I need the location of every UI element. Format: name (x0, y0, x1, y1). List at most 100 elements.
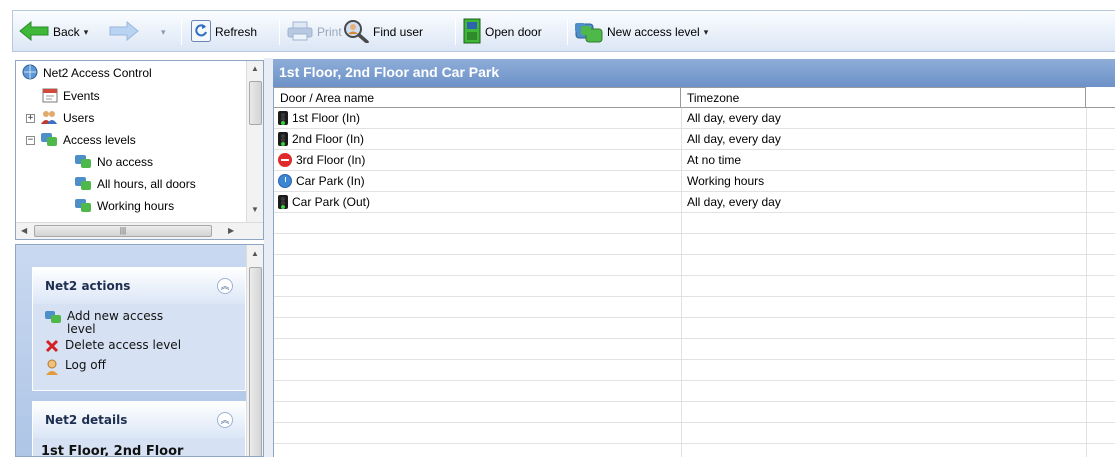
forward-dropdown-icon[interactable]: ▾ (161, 27, 166, 38)
no-entry-icon (278, 153, 292, 167)
empty-row (274, 339, 1115, 360)
actions-body: Add new access level Delete access level… (33, 304, 245, 390)
clock-icon (278, 174, 292, 188)
tree-vertical-scrollbar[interactable]: ▲ ▼ (246, 61, 263, 223)
table-row[interactable]: Car Park (Out) All day, every day (274, 192, 1115, 213)
pane-splitter[interactable] (264, 58, 273, 457)
forward-dropdown[interactable]: ▾ (161, 11, 166, 53)
table-row[interactable]: 3rd Floor (In) At no time (274, 150, 1115, 171)
door-cell: Car Park (In) (278, 171, 365, 191)
scroll-right-icon[interactable]: ▶ (228, 226, 234, 235)
traffic-light-icon (278, 111, 288, 125)
find-user-label: Find user (373, 25, 424, 39)
scroll-thumb[interactable] (249, 81, 262, 125)
tree-item-users[interactable]: + Users (26, 107, 94, 129)
magnifier-user-icon (343, 19, 369, 46)
action-label: Add new access level (67, 309, 164, 336)
collapse-tree-icon[interactable]: − (26, 135, 35, 145)
tree-item-no-access[interactable]: No access (74, 151, 153, 173)
log-off-link[interactable]: Log off (45, 359, 233, 378)
details-header[interactable]: Net2 details ︽ (33, 402, 245, 438)
timezone-cell: All day, every day (687, 132, 781, 146)
scroll-up-icon[interactable]: ▲ (251, 64, 259, 73)
collapse-icon[interactable]: ︽ (217, 278, 233, 294)
actions-header[interactable]: Net2 actions ︽ (33, 268, 245, 304)
toolbar-separator (455, 19, 456, 45)
scroll-up-icon[interactable]: ▲ (251, 249, 259, 258)
table-row[interactable]: Car Park (In) Working hours (274, 171, 1115, 192)
access-level-icon (45, 310, 61, 327)
delete-access-level-link[interactable]: Delete access level (45, 339, 233, 356)
open-door-button[interactable]: Open door (463, 11, 542, 53)
refresh-button[interactable]: Refresh (191, 11, 257, 53)
new-access-level-dropdown-icon[interactable]: ▾ (704, 27, 709, 38)
tree-root[interactable]: Net2 Access Control (22, 62, 152, 84)
expand-icon[interactable]: + (26, 113, 35, 123)
back-button[interactable]: Back ▾ (19, 11, 88, 53)
tree-item-all-hours[interactable]: All hours, all doors (74, 173, 196, 195)
scroll-left-icon[interactable]: ◀ (21, 226, 27, 235)
back-dropdown-icon[interactable]: ▾ (84, 27, 89, 38)
tree-root-label: Net2 Access Control (43, 66, 152, 80)
actions-title: Net2 actions (45, 279, 131, 293)
new-access-level-label: New access level (607, 25, 700, 39)
scroll-thumb[interactable]: ||| (34, 225, 212, 237)
tree-item-label: Users (63, 111, 95, 125)
find-user-button[interactable]: Find user (343, 11, 423, 53)
action-label: Delete access level (65, 338, 182, 352)
add-access-level-link[interactable]: Add new access level (45, 310, 233, 336)
timezone-cell: Working hours (687, 174, 765, 188)
door-cell: Car Park (Out) (278, 192, 370, 212)
forward-arrow-icon (109, 20, 139, 44)
timezone-cell: All day, every day (687, 195, 781, 209)
table-row[interactable]: 1st Floor (In) All day, every day (274, 108, 1115, 129)
tree-item-label: Working hours (97, 199, 175, 213)
timezone-cell: All day, every day (687, 111, 781, 125)
access-level-icon (74, 197, 92, 216)
actions-box: Net2 actions ︽ Add new access level Dele… (32, 267, 246, 391)
scroll-thumb[interactable] (249, 267, 262, 456)
open-door-label: Open door (485, 25, 542, 39)
access-level-icon (74, 153, 92, 172)
refresh-icon (191, 19, 211, 45)
toolbar-separator (567, 19, 568, 45)
back-label: Back (53, 25, 80, 39)
collapse-icon[interactable]: ︽ (217, 412, 233, 428)
tree-item-label: All hours, all doors (97, 177, 196, 191)
doors-table: Door / Area name Timezone 1st Floor (In)… (273, 87, 1115, 457)
task-pane-scrollbar[interactable]: ▲ (246, 245, 263, 456)
door-cell: 2nd Floor (In) (278, 129, 364, 149)
door-name: Car Park (In) (296, 174, 365, 188)
tree-item-label: Events (63, 89, 100, 103)
column-header-timezone[interactable]: Timezone (681, 87, 1086, 108)
back-arrow-icon (19, 20, 49, 44)
table-row[interactable]: 2nd Floor (In) All day, every day (274, 129, 1115, 150)
tree-horizontal-scrollbar[interactable]: ◀ ||| ▶ (16, 222, 263, 239)
empty-row (274, 234, 1115, 255)
tree-item-access-levels[interactable]: − Access levels (26, 129, 136, 151)
door-name: 2nd Floor (In) (292, 132, 365, 146)
details-title: Net2 details (45, 413, 128, 427)
tree-item-label: No access (97, 155, 154, 169)
navigation-tree: Net2 Access Control Events + Users − Acc… (15, 60, 264, 240)
tree-item-events[interactable]: Events (42, 85, 100, 107)
new-access-level-button[interactable]: New access level ▾ (575, 11, 708, 53)
empty-row (274, 402, 1115, 423)
print-button[interactable]: Print (287, 11, 342, 53)
access-level-icon (74, 175, 92, 194)
network-globe-icon (22, 64, 38, 83)
scroll-down-icon[interactable]: ▼ (251, 205, 259, 214)
timezone-cell: At no time (687, 153, 742, 167)
empty-row (274, 381, 1115, 402)
details-body: 1st Floor, 2nd Floor (33, 438, 245, 456)
task-pane: Net2 actions ︽ Add new access level Dele… (15, 244, 264, 457)
toolbar: Back ▾ ▾ Refresh Print Find user Open do… (0, 0, 1115, 58)
details-box: Net2 details ︽ 1st Floor, 2nd Floor (32, 401, 246, 456)
column-header-door[interactable]: Door / Area name (274, 87, 681, 108)
tree-item-working-hours[interactable]: Working hours (74, 195, 174, 217)
door-cell: 3rd Floor (In) (278, 150, 365, 170)
forward-button[interactable] (109, 11, 139, 53)
table-header: Door / Area name Timezone (274, 87, 1115, 108)
printer-icon (287, 21, 313, 44)
empty-row (274, 213, 1115, 234)
